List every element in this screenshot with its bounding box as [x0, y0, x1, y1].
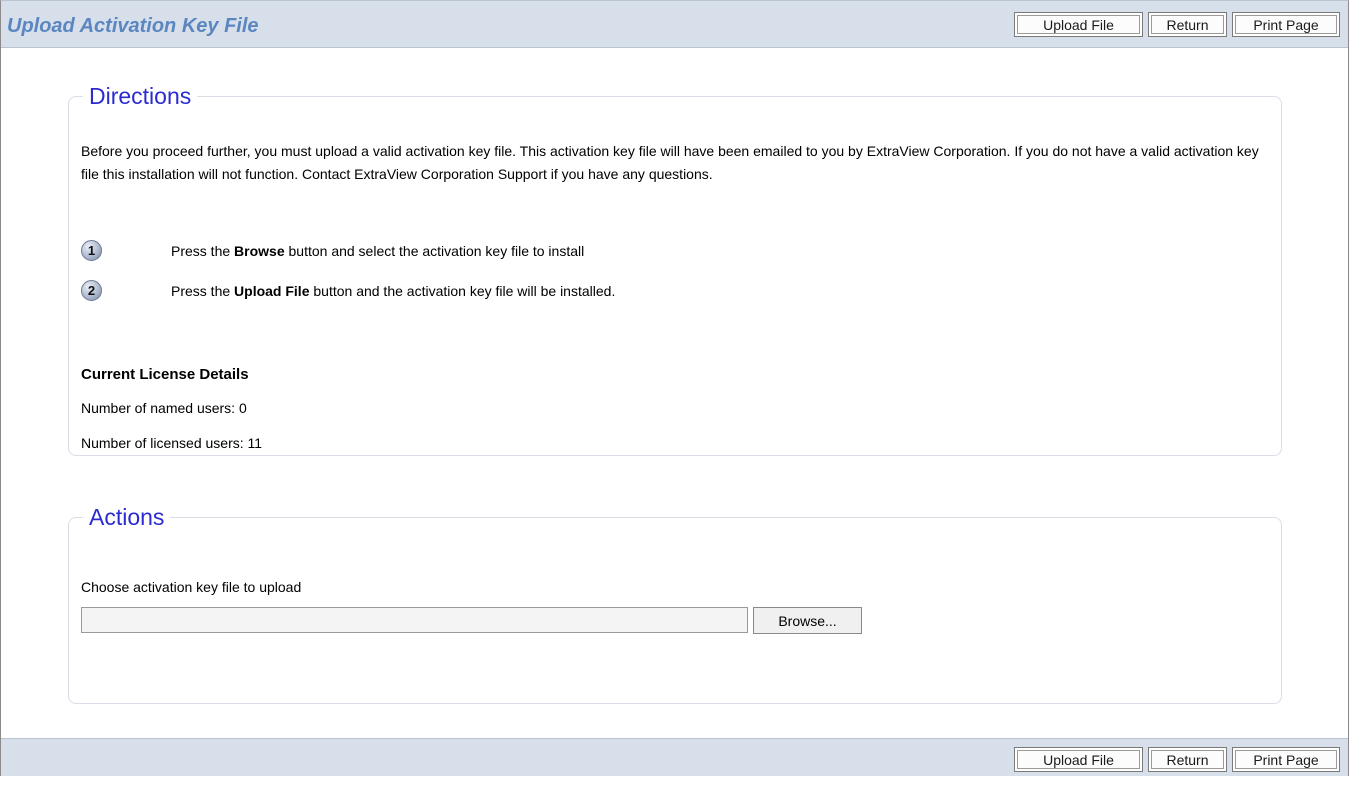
actions-panel: Actions Choose activation key file to up… — [68, 504, 1282, 704]
license-heading: Current License Details — [81, 366, 249, 383]
actions-legend: Actions — [89, 504, 165, 530]
directions-panel: Directions Before you proceed further, y… — [68, 83, 1282, 456]
step-2-number-icon: 2 — [81, 280, 102, 301]
return-button[interactable]: Return — [1148, 12, 1227, 37]
footer-bar: Upload File Return Print Page — [1, 738, 1348, 776]
footer-return-button[interactable]: Return — [1148, 747, 1227, 772]
step-1: 1 Press the Browse button and select the… — [81, 240, 584, 261]
upload-file-button[interactable]: Upload File — [1014, 12, 1143, 37]
step-2-text: Press the Upload File button and the act… — [171, 282, 616, 299]
page-frame: Upload Activation Key File Upload File R… — [0, 0, 1349, 776]
directions-paragraph: Before you proceed further, you must upl… — [81, 143, 1259, 182]
file-path-input[interactable] — [81, 607, 748, 633]
footer-upload-file-button[interactable]: Upload File — [1014, 747, 1143, 772]
named-users-count: Number of named users: 0 — [81, 400, 247, 416]
header-bar: Upload Activation Key File Upload File R… — [1, 1, 1348, 48]
directions-legend: Directions — [89, 83, 192, 109]
step-1-number-icon: 1 — [81, 240, 102, 261]
licensed-users-count: Number of licensed users: 11 — [81, 435, 263, 451]
step-1-text: Press the Browse button and select the a… — [171, 242, 585, 259]
browse-button[interactable]: Browse... — [753, 607, 862, 634]
header-button-group: Upload File Return Print Page — [1014, 12, 1340, 37]
page-title: Upload Activation Key File — [7, 15, 259, 37]
step-2: 2 Press the Upload File button and the a… — [81, 280, 615, 301]
print-page-button[interactable]: Print Page — [1232, 12, 1340, 37]
footer-button-group: Upload File Return Print Page — [1014, 747, 1340, 772]
footer-print-page-button[interactable]: Print Page — [1232, 747, 1340, 772]
choose-file-label: Choose activation key file to upload — [81, 579, 302, 595]
